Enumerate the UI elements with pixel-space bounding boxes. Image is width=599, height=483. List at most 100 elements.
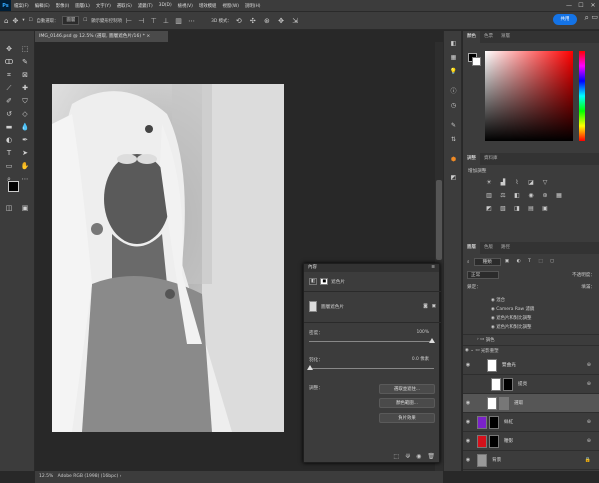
healing-tool-icon[interactable]: ✚ [19, 83, 31, 93]
auto-select-dropdown[interactable]: 圖層 [62, 16, 80, 25]
sublayer-row[interactable]: ◉ 遮色片和對比調整 [463, 314, 599, 322]
transform-checkbox[interactable]: ☐ [83, 18, 87, 23]
chevron-down-icon[interactable]: ⌄ [470, 348, 474, 353]
eye-icon[interactable]: ◉ [465, 348, 469, 353]
properties-panel[interactable]: 內容 ≡ ◧ ◼ 遮色片 圖層遮色片 ◙ ▣ 密度： 100% 羽化： 0.0 像… [303, 263, 441, 463]
channel-mixer-icon[interactable]: ⊛ [539, 191, 551, 201]
threshold-icon[interactable]: ◨ [511, 204, 523, 214]
density-slider-thumb[interactable] [429, 338, 435, 343]
home-icon[interactable]: ⌂ [4, 17, 8, 25]
dropdown-icon[interactable]: ▾ [22, 18, 24, 23]
selective-color-icon[interactable]: ▣ [539, 204, 551, 214]
layer-effect-icon[interactable]: ⊕ [587, 438, 591, 444]
exposure-icon[interactable]: ◪ [525, 178, 537, 188]
rectangle-tool-icon[interactable]: ▭ [3, 161, 15, 171]
color-balance-icon[interactable]: ⚖ [497, 191, 509, 201]
visibility-icon[interactable]: ◉ [416, 453, 421, 460]
panel-menu-icon[interactable]: ≡ [431, 264, 435, 272]
crop-tool-icon[interactable]: ⌗ [3, 70, 15, 80]
menu-item-view[interactable]: 檢視(V) [175, 3, 196, 9]
properties-panel-icon[interactable]: ◩ [448, 173, 459, 182]
eyedropper-tool-icon[interactable]: ⟋ [3, 83, 15, 93]
density-value[interactable]: 100% [407, 330, 431, 337]
menu-item-file[interactable]: 檔案(F) [11, 3, 32, 9]
info-panel-icon[interactable]: ⓘ [448, 87, 459, 96]
layer-effect-icon[interactable]: ⊕ [587, 381, 591, 387]
vector-mask-icon[interactable]: ◼ [320, 278, 329, 285]
maximize-icon[interactable]: ☐ [575, 0, 587, 11]
layer-row[interactable]: ◉ 鞭影 ⊕ [463, 432, 599, 451]
bw-icon[interactable]: ◧ [511, 191, 523, 201]
status-arrow-icon[interactable]: › [120, 474, 122, 479]
menu-item-help[interactable]: 說明(H) [242, 3, 264, 9]
group-row[interactable]: ◉ ⌄ ▭ 光影重塑 [463, 345, 599, 355]
quick-mask-icon[interactable]: ◫ [3, 203, 15, 213]
blend-mode-dropdown[interactable]: 正常 [467, 270, 500, 279]
workspace-icon[interactable]: ▭ [591, 13, 598, 21]
layer-row[interactable]: ◉ 背景 🔒 [463, 451, 599, 470]
color-field[interactable] [485, 51, 573, 141]
eye-icon[interactable]: ◉ [491, 307, 495, 312]
photoshop-logo-icon[interactable]: Ps [0, 0, 11, 11]
tab-adjustments[interactable]: 調整 [463, 153, 480, 165]
pixel-mask-icon[interactable]: ◧ [309, 278, 318, 285]
hand-tool-icon[interactable]: ✋ [19, 161, 31, 171]
scrollbar-thumb[interactable] [436, 180, 442, 260]
blur-tool-icon[interactable]: 💧 [19, 122, 31, 132]
hue-sat-icon[interactable]: ▥ [483, 191, 495, 201]
layer-row-selected[interactable]: ◉ 選取 [463, 394, 599, 413]
search-icon[interactable]: ⌕ [585, 13, 589, 23]
move-tool-icon[interactable]: ✥ [12, 17, 18, 25]
gradient-map-icon[interactable]: ▤ [525, 204, 537, 214]
path-select-tool-icon[interactable]: ➤ [19, 148, 31, 158]
swatches-panel-icon[interactable]: ▦ [448, 53, 459, 62]
tab-layers[interactable]: 圖層 [463, 242, 480, 254]
select-and-mask-button[interactable]: 選取並遮住... [379, 384, 435, 394]
zoom-level[interactable]: 12.5% [39, 474, 53, 479]
eye-icon[interactable]: ◉ [491, 325, 495, 330]
tab-libraries[interactable]: 資料庫 [480, 153, 502, 165]
tab-color[interactable]: 顏色 [463, 31, 480, 43]
screen-mode-icon[interactable]: ▣ [19, 203, 31, 213]
chevron-right-icon[interactable]: › [477, 337, 479, 342]
brightness-icon[interactable]: ☀ [483, 178, 495, 188]
adjust-panel-icon[interactable]: ⇅ [448, 135, 459, 144]
feather-slider-thumb[interactable] [307, 365, 313, 370]
eraser-tool-icon[interactable]: ◇ [19, 109, 31, 119]
close-icon[interactable]: ✕ [587, 0, 599, 11]
menu-item-layer[interactable]: 圖層(L) [72, 3, 93, 9]
3d-panel-icon[interactable]: ⬢ [448, 155, 459, 164]
invert-icon[interactable]: ◩ [483, 204, 495, 214]
auto-select-checkbox[interactable]: ☐ [29, 18, 33, 23]
eye-icon[interactable]: ◉ [491, 298, 495, 303]
document-tab[interactable]: IMG_0146.psd @ 12.5% (選取, 圖層遮色片/16) * × [35, 31, 168, 42]
close-tab-icon[interactable]: × [146, 34, 150, 39]
foreground-color-swatch[interactable] [8, 181, 19, 192]
sublayer-row[interactable]: ◉ 遮色片和對比調整 [463, 323, 599, 331]
add-vector-mask-icon[interactable]: ▣ [432, 304, 436, 309]
feather-slider[interactable] [309, 368, 434, 369]
menu-item-type[interactable]: 文字(Y) [93, 3, 114, 9]
menu-item-image[interactable]: 影像(I) [53, 3, 73, 9]
brushes-panel-icon[interactable]: ✎ [448, 121, 459, 130]
layer-effect-icon[interactable]: ⊕ [587, 419, 591, 425]
tab-swatches[interactable]: 色票 [480, 31, 497, 43]
filter-icons[interactable]: ▣ ◐ T ⬚ ◻ [505, 259, 557, 264]
vibrance-icon[interactable]: ▽ [539, 178, 551, 188]
layer-row[interactable]: ◉ 絲紅 ⊕ [463, 413, 599, 432]
density-slider[interactable] [309, 341, 434, 342]
stamp-tool-icon[interactable]: ⛉ [19, 96, 31, 106]
type-tool-icon[interactable]: T [3, 148, 15, 158]
tab-channels[interactable]: 色版 [480, 242, 497, 254]
tab-paths[interactable]: 路徑 [497, 242, 514, 254]
hue-slider[interactable] [579, 51, 585, 141]
curves-icon[interactable]: ⌇ [511, 178, 523, 188]
search-filter-icon[interactable]: ⌕ [467, 259, 470, 265]
marquee-tool-icon[interactable]: ⬚ [19, 44, 31, 54]
3d-tools-icons[interactable]: ⟲ ✣ ⊛ ✥ ⇲ [236, 17, 301, 25]
gradient-tool-icon[interactable]: ▬ [3, 122, 15, 132]
dodge-tool-icon[interactable]: ◐ [3, 135, 15, 145]
minimize-icon[interactable]: — [563, 0, 575, 11]
group-row[interactable]: › ▭ 調色 [463, 334, 599, 344]
eye-icon[interactable]: ◉ [463, 419, 473, 425]
